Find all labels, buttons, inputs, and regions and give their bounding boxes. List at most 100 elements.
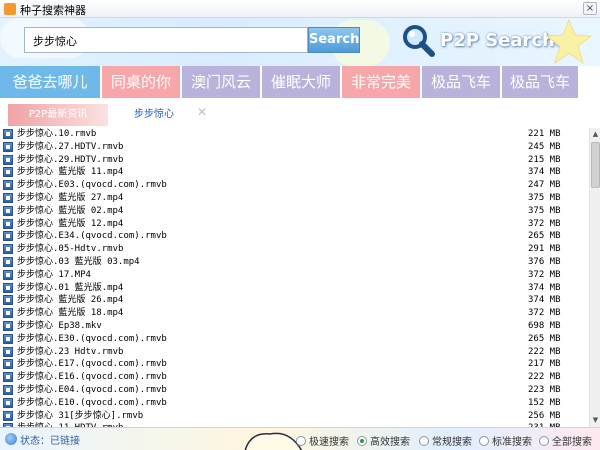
video-file-icon: [3, 244, 13, 255]
result-file-size: 376 MB: [528, 257, 561, 267]
result-file-name: 步步惊心.E34.(qvocd.com).rmvb: [17, 231, 167, 242]
result-row[interactable]: 步步惊心.05-Hdtv.rmvb 291 MB: [0, 243, 589, 256]
video-file-icon: [3, 193, 13, 203]
result-row[interactable]: 步步惊心 17.MP4 372 MB: [0, 269, 589, 282]
result-row[interactable]: 步步惊心.E10.(qvocd.com).rmvb 152 MB: [0, 397, 589, 410]
result-file-size: 152 MB: [528, 397, 561, 408]
result-file-name: 步步惊心.E04.(qvocd.com).rmvb: [17, 385, 167, 395]
search-mode-option[interactable]: 全部搜索: [539, 433, 592, 448]
result-row[interactable]: 步步惊心 藍光版 12.mp4 372 MB: [0, 218, 589, 231]
result-row[interactable]: 步步惊心 藍光版 02.mp4 375 MB: [0, 205, 589, 218]
result-row[interactable]: 步步惊心.E16.(qvocd.com).rmvb 222 MB: [0, 371, 589, 384]
result-file-name: 步步惊心.23 Hdtv.rmvb: [17, 346, 124, 357]
radio-button[interactable]: [479, 436, 489, 446]
search-mode-label: 标准搜索: [492, 437, 532, 448]
hot-keyword-tag[interactable]: 极品飞车: [502, 66, 580, 98]
title-bar: 种子搜索神器 ×: [0, 0, 600, 18]
magnifier-icon: [403, 25, 435, 57]
result-file-size: 221 MB: [528, 129, 561, 139]
scroll-up-arrow-icon[interactable]: ▲: [591, 129, 600, 139]
scrollbar-thumb[interactable]: [591, 142, 600, 188]
result-row[interactable]: 步步惊心.27.HDTV.rmvb 245 MB: [0, 141, 589, 154]
result-file-size: 375 MB: [528, 193, 561, 203]
result-row[interactable]: 步步惊心.01 藍光版.mp4 374 MB: [0, 282, 589, 295]
hot-keyword-tag[interactable]: 爸爸去哪儿: [0, 66, 102, 98]
result-file-name: 步步惊心.05-Hdtv.rmvb: [17, 244, 124, 255]
result-row[interactable]: 步步惊心.23 Hdtv.rmvb 222 MB: [0, 346, 589, 359]
result-file-size: 374 MB: [528, 282, 561, 293]
result-row[interactable]: 步步惊心 31[步步惊心].rmvb 256 MB: [0, 410, 589, 423]
tab-close-icon[interactable]: ✕: [197, 106, 209, 118]
search-mode-option[interactable]: 标准搜索: [479, 433, 532, 448]
video-file-icon: [3, 218, 13, 229]
status-bar: 状态：已链接 极速搜索 高效搜索 常规搜索 标准搜索 全部搜索: [0, 427, 600, 450]
result-row[interactable]: 步步惊心.29.HDTV.rmvb 215 MB: [0, 154, 589, 167]
result-row[interactable]: 步步惊心.E17.(qvocd.com).rmvb 217 MB: [0, 358, 589, 371]
result-row[interactable]: 步步惊心 Ep38.mkv 698 MB: [0, 320, 589, 333]
video-file-icon: [3, 372, 13, 383]
result-row[interactable]: 步步惊心.03 藍光版 03.mp4 376 MB: [0, 256, 589, 269]
result-file-size: 374 MB: [528, 167, 561, 178]
video-file-icon: [3, 333, 13, 344]
video-file-icon: [3, 385, 13, 395]
search-mode-label: 常规搜索: [432, 437, 472, 448]
video-file-icon: [3, 129, 13, 139]
result-file-name: 步步惊心.E10.(qvocd.com).rmvb: [17, 397, 167, 408]
tab-p2p-news[interactable]: P2P最新资讯: [8, 104, 108, 126]
video-file-icon: [3, 321, 13, 331]
video-file-icon: [3, 231, 13, 242]
scrollbar[interactable]: ▲ ▼: [589, 128, 600, 427]
result-file-name: 步步惊心 藍光版 27.mp4: [17, 193, 124, 203]
result-file-size: 291 MB: [528, 244, 561, 255]
result-row[interactable]: 步步惊心.10.rmvb 221 MB: [0, 128, 589, 141]
result-file-name: 步步惊心.03 藍光版 03.mp4: [17, 257, 140, 267]
connection-icon: [5, 433, 17, 445]
search-mode-option[interactable]: 常规搜索: [419, 433, 472, 448]
hot-keyword-tag[interactable]: 非常完美: [342, 66, 422, 98]
result-row[interactable]: 步步惊心.E30.(qvocd.com).rmvb 265 MB: [0, 333, 589, 346]
radio-button[interactable]: [357, 436, 367, 446]
result-row[interactable]: 步步惊心 藍光版 26.mp4 374 MB: [0, 294, 589, 307]
header: Search P2P Searcher: [0, 18, 600, 66]
result-file-name: 步步惊心.E03.(qvocd.com).rmvb: [17, 180, 167, 191]
hot-keyword-tag[interactable]: 同桌的你: [102, 66, 182, 98]
radio-button[interactable]: [419, 436, 429, 446]
scroll-down-arrow-icon[interactable]: ▼: [591, 415, 600, 425]
close-button[interactable]: ×: [583, 2, 597, 15]
result-file-size: 375 MB: [528, 205, 561, 216]
result-file-size: 256 MB: [528, 410, 561, 421]
result-file-size: 372 MB: [528, 269, 561, 280]
search-button[interactable]: Search: [308, 27, 360, 53]
result-file-size: 247 MB: [528, 180, 561, 191]
result-row[interactable]: 步步惊心 藍光版 11.mp4 374 MB: [0, 166, 589, 179]
hot-keyword-tag[interactable]: 澳门风云: [182, 66, 262, 98]
radio-button[interactable]: [296, 436, 306, 446]
video-file-icon: [3, 346, 13, 357]
video-file-icon: [3, 141, 13, 152]
video-file-icon: [3, 180, 13, 191]
search-input[interactable]: [33, 33, 301, 49]
search-mode-option[interactable]: 极速搜索: [296, 433, 349, 448]
result-file-name: 步步惊心 藍光版 11.mp4: [17, 167, 124, 178]
hot-keyword-tag[interactable]: 催眠大师: [262, 66, 342, 98]
result-file-name: 步步惊心.10.rmvb: [17, 129, 97, 139]
search-mode-option[interactable]: 高效搜索: [357, 433, 410, 448]
result-file-size: 698 MB: [528, 321, 561, 331]
search-mode-label: 极速搜索: [309, 437, 349, 448]
result-file-name: 步步惊心.E17.(qvocd.com).rmvb: [17, 359, 167, 370]
tab-search-result[interactable]: 步步惊心: [124, 104, 184, 126]
radio-button[interactable]: [539, 436, 549, 446]
result-row[interactable]: 步步惊心 藍光版 27.mp4 375 MB: [0, 192, 589, 205]
result-file-size: 372 MB: [528, 308, 561, 319]
result-row[interactable]: 步步惊心.E04.(qvocd.com).rmvb 223 MB: [0, 384, 589, 397]
video-file-icon: [3, 308, 13, 319]
result-file-name: 步步惊心.01 藍光版.mp4: [17, 282, 124, 293]
hot-keyword-tag[interactable]: 极品飞车: [422, 66, 502, 98]
result-file-size: 215 MB: [528, 154, 561, 165]
result-file-name: 步步惊心.27.HDTV.rmvb: [17, 141, 124, 152]
result-file-size: 265 MB: [528, 333, 561, 344]
result-file-size: 372 MB: [528, 218, 561, 229]
result-row[interactable]: 步步惊心.E34.(qvocd.com).rmvb 265 MB: [0, 230, 589, 243]
result-row[interactable]: 步步惊心 藍光版 18.mp4 372 MB: [0, 307, 589, 320]
result-row[interactable]: 步步惊心.E03.(qvocd.com).rmvb 247 MB: [0, 179, 589, 192]
